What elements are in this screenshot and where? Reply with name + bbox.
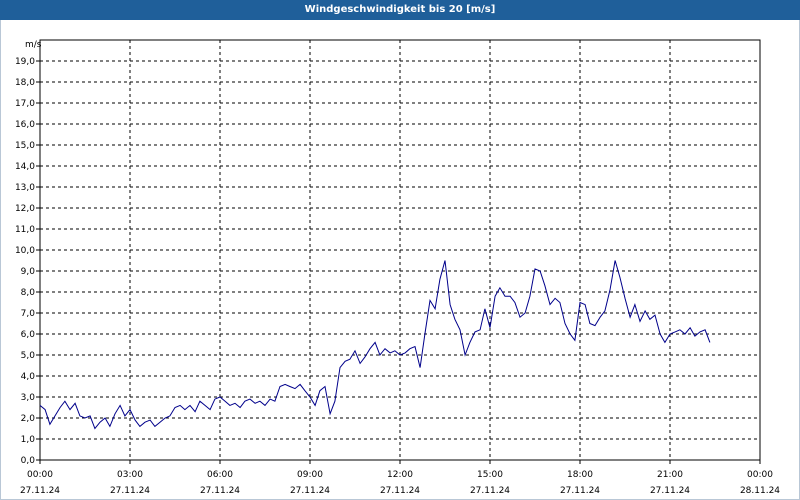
y-tick-label: 17,0 (15, 99, 35, 109)
y-tick-label: 15,0 (15, 141, 35, 151)
x-tick-date-label: 27.11.24 (110, 486, 150, 496)
x-tick-time-label: 00:00 (27, 470, 53, 480)
y-tick-label: 19,0 (15, 57, 35, 67)
x-tick-time-label: 09:00 (297, 470, 323, 480)
x-tick-date-label: 27.11.24 (470, 486, 510, 496)
y-tick-label: 3,0 (21, 393, 36, 403)
y-tick-label: 11,0 (15, 225, 35, 235)
y-axis-unit-label: m/s (25, 40, 42, 50)
x-tick-date-label: 27.11.24 (200, 486, 240, 496)
y-tick-label: 0,0 (21, 456, 36, 466)
y-tick-label: 2,0 (21, 414, 36, 424)
wind-speed-chart: m/s 0,0 1,0 2,0 3,0 4,0 5,0 6,0 7,0 8,0 9,0 10,0 11… (15, 39, 780, 496)
y-tick-label: 4,0 (21, 372, 36, 382)
x-axis-ticks: 00:00 27.11.24 03:00 27.11.24 06:00 27.11.24 0… (20, 460, 780, 496)
wind-speed-series-line (39, 260, 711, 430)
y-tick-label: 7,0 (21, 309, 36, 319)
y-tick-label: 5,0 (21, 351, 36, 361)
y-tick-label: 1,0 (21, 435, 36, 445)
x-tick-date-label: 27.11.24 (560, 486, 600, 496)
x-tick-time-label: 18:00 (567, 470, 593, 480)
x-tick-time-label: 12:00 (387, 470, 413, 480)
x-tick-date-label: 27.11.24 (380, 486, 420, 496)
y-axis-ticks: 0,0 1,0 2,0 3,0 4,0 5,0 6,0 7,0 8,0 9,0 10,0 11,0 12… (15, 57, 40, 466)
x-tick-date-label: 27.11.24 (20, 486, 60, 496)
grid-lines (40, 40, 760, 460)
y-tick-label: 16,0 (15, 120, 35, 130)
y-tick-label: 6,0 (21, 330, 36, 340)
x-tick-date-label: 28.11.24 (740, 486, 780, 496)
x-tick-date-label: 27.11.24 (650, 486, 690, 496)
x-tick-date-label: 27.11.24 (290, 486, 330, 496)
x-tick-time-label: 00:00 (747, 470, 773, 480)
x-tick-time-label: 06:00 (207, 470, 233, 480)
x-tick-time-label: 15:00 (477, 470, 503, 480)
y-tick-label: 14,0 (15, 162, 35, 172)
x-tick-time-label: 03:00 (117, 470, 143, 480)
y-tick-label: 13,0 (15, 183, 35, 193)
chart-title: Windgeschwindigkeit bis 20 [m/s] (0, 0, 800, 20)
y-tick-label: 12,0 (15, 204, 35, 214)
y-tick-label: 9,0 (21, 267, 36, 277)
y-tick-label: 10,0 (15, 246, 35, 256)
y-tick-label: 18,0 (15, 78, 35, 88)
y-tick-label: 8,0 (21, 288, 36, 298)
x-tick-time-label: 21:00 (657, 470, 683, 480)
